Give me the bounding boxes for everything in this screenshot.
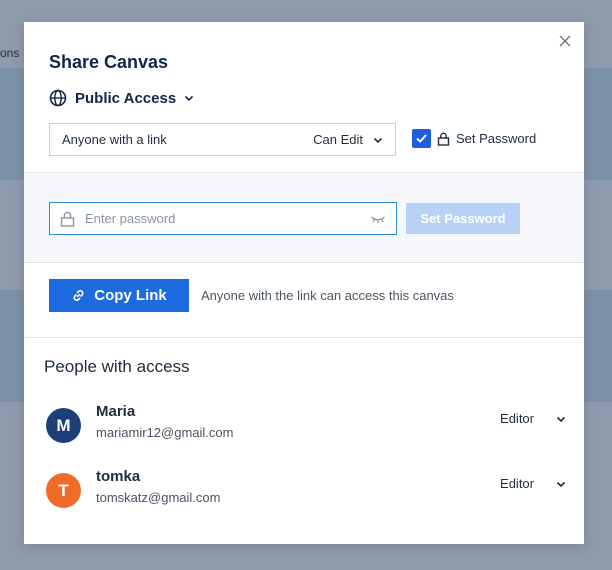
dialog-title: Share Canvas [49, 52, 169, 72]
copy-link-row: Copy Link Anyone with the link can acces… [49, 279, 454, 312]
lock-icon [437, 132, 450, 146]
person-row: T tomka tomskatz@gmail.com Editor [46, 468, 566, 519]
set-password-toggle: Set Password [412, 129, 536, 148]
checkmark-icon [416, 134, 427, 143]
link-scope-label: Anyone with a link [62, 132, 167, 147]
close-icon[interactable] [558, 34, 572, 48]
people-section-title: People with access [44, 357, 190, 376]
share-canvas-dialog: Share Canvas Public Access Anyone with a… [24, 22, 584, 544]
password-section: Set Password [24, 172, 584, 263]
copy-link-button[interactable]: Copy Link [49, 279, 189, 312]
set-password-checkbox[interactable] [412, 129, 431, 148]
globe-icon [49, 89, 67, 107]
role-label: Editor [500, 411, 534, 426]
role-dropdown[interactable]: Editor [500, 411, 566, 426]
chevron-down-icon [556, 481, 566, 487]
link-permission-label: Can Edit [313, 132, 363, 147]
person-name: Maria [96, 403, 136, 420]
copy-link-note: Anyone with the link can access this can… [201, 288, 454, 303]
role-dropdown[interactable]: Editor [500, 476, 566, 491]
person-row: M Maria mariamir12@gmail.com Editor [46, 403, 566, 454]
role-label: Editor [500, 476, 534, 491]
set-password-label: Set Password [456, 131, 537, 146]
avatar: M [46, 408, 81, 443]
person-email: mariamir12@gmail.com [96, 425, 234, 440]
person-name: tomka [96, 468, 141, 485]
backdrop-text: ons [0, 46, 20, 60]
set-password-button[interactable]: Set Password [406, 203, 520, 234]
eye-closed-icon[interactable] [370, 214, 386, 224]
access-mode-label: Public Access [75, 89, 177, 107]
link-icon [73, 290, 84, 301]
person-email: tomskatz@gmail.com [96, 490, 221, 505]
chevron-down-icon [556, 416, 566, 422]
chevron-down-icon [185, 95, 194, 102]
copy-link-label: Copy Link [94, 287, 167, 304]
link-permission-select[interactable]: Anyone with a link Can Edit [49, 123, 396, 156]
access-mode-dropdown[interactable]: Public Access [49, 89, 194, 107]
divider [24, 337, 584, 338]
chevron-down-icon [373, 137, 383, 143]
password-input[interactable] [85, 211, 370, 226]
avatar: T [46, 473, 81, 508]
password-field[interactable] [49, 202, 397, 235]
lock-icon [60, 211, 75, 227]
